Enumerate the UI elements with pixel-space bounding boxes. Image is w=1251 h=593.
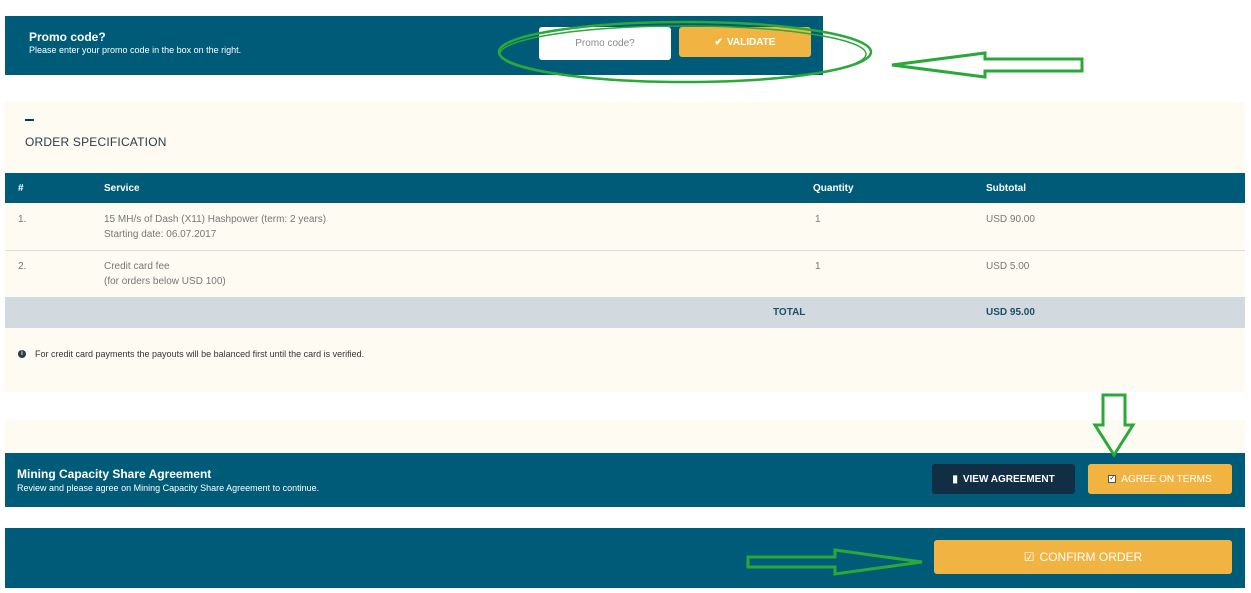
table-header: # Service Quantity Subtotal xyxy=(5,173,1245,203)
service-line: 15 MH/s of Dash (X11) Hashpower (term: 2… xyxy=(104,214,327,225)
row-service: 15 MH/s of Dash (X11) Hashpower (term: 2… xyxy=(104,214,326,240)
check-icon: ✔ xyxy=(714,36,723,48)
agree-on-terms-button[interactable]: ✓ AGREE ON TERMS xyxy=(1088,464,1232,494)
service-detail: (for orders below USD 100) xyxy=(104,276,226,287)
book-icon: ▮ xyxy=(952,473,958,485)
info-note: For credit card payments the payouts wil… xyxy=(35,349,365,359)
table-row: 2. Credit card fee (for orders below USD… xyxy=(5,251,1245,297)
confirm-label: CONFIRM ORDER xyxy=(1039,550,1143,564)
col-subtotal: Subtotal xyxy=(986,183,1026,194)
total-row: TOTAL USD 95.00 xyxy=(5,297,1245,328)
agree-label: AGREE ON TERMS xyxy=(1121,473,1212,485)
annotation-arrow-left xyxy=(891,51,1084,79)
agreement-title: Mining Capacity Share Agreement xyxy=(17,467,212,481)
table-row: 1. 15 MH/s of Dash (X11) Hashpower (term… xyxy=(5,204,1245,251)
row-quantity: 1 xyxy=(815,214,821,225)
row-quantity: 1 xyxy=(815,261,821,272)
view-agreement-label: VIEW AGREEMENT xyxy=(962,473,1055,485)
service-line: Credit card fee xyxy=(104,261,170,272)
order-specification-section: ORDER SPECIFICATION # Service Quantity S… xyxy=(5,102,1245,392)
col-number: # xyxy=(18,183,24,194)
order-heading: ORDER SPECIFICATION xyxy=(25,135,167,149)
view-agreement-button[interactable]: ▮ VIEW AGREEMENT xyxy=(932,464,1075,494)
validate-button[interactable]: ✔ VALIDATE xyxy=(679,27,811,57)
promo-code-input[interactable] xyxy=(539,27,671,60)
row-number: 1. xyxy=(18,214,27,225)
total-value: USD 95.00 xyxy=(986,307,1035,318)
confirm-order-button[interactable]: ☑ CONFIRM ORDER xyxy=(934,540,1232,574)
total-label: TOTAL xyxy=(773,307,806,318)
col-quantity: Quantity xyxy=(813,183,854,194)
agreement-subtitle: Review and please agree on Mining Capaci… xyxy=(17,483,320,493)
row-number: 2. xyxy=(18,261,27,272)
agree-checkbox[interactable]: ✓ xyxy=(1108,475,1117,483)
confirm-bar: ☑ CONFIRM ORDER xyxy=(5,528,1245,588)
col-service: Service xyxy=(104,183,140,194)
row-subtotal: USD 5.00 xyxy=(986,261,1030,272)
check-square-icon: ☑ xyxy=(1023,550,1035,564)
row-subtotal: USD 90.00 xyxy=(986,214,1035,225)
promo-subtitle: Please enter your promo code in the box … xyxy=(29,45,242,55)
section-dash xyxy=(25,119,34,121)
info-icon: i xyxy=(18,350,26,358)
validate-label: VALIDATE xyxy=(726,36,776,48)
agreement-bar: Mining Capacity Share Agreement Review a… xyxy=(5,453,1245,507)
promo-title: Promo code? xyxy=(29,30,106,44)
promo-bar: Promo code? Please enter your promo code… xyxy=(5,16,823,75)
row-service: Credit card fee (for orders below USD 10… xyxy=(104,261,226,287)
service-detail: Starting date: 06.07.2017 xyxy=(104,229,217,240)
section-spacer xyxy=(5,420,1245,453)
